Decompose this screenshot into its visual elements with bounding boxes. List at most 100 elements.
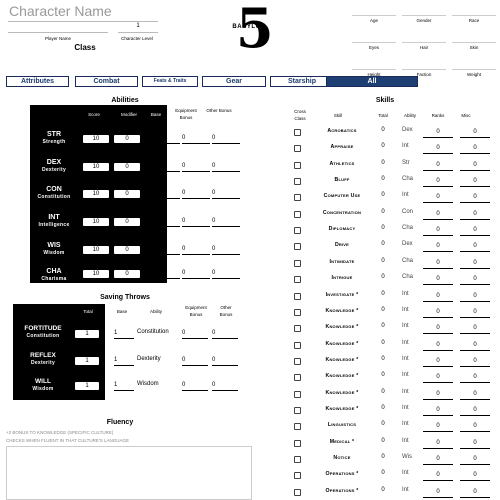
skill-misc-input[interactable]: 0	[460, 405, 490, 416]
skill-ranks-input[interactable]: 0	[423, 143, 453, 155]
skill-ranks-input[interactable]: 0	[423, 421, 453, 433]
ability-equipment[interactable]: 0	[182, 216, 210, 227]
skill-ranks-input[interactable]: 0	[423, 372, 453, 384]
ability-equipment[interactable]: 0	[182, 268, 210, 279]
cross-class-checkbox[interactable]	[294, 161, 301, 169]
gender-field[interactable]: Gender	[402, 6, 446, 23]
ability-equipment[interactable]: 0	[182, 161, 210, 172]
ability-equipment[interactable]: 0	[182, 188, 210, 199]
cross-class-checkbox[interactable]	[294, 178, 301, 186]
cross-class-checkbox[interactable]	[294, 357, 301, 365]
save-equipment[interactable]: 0	[182, 355, 208, 366]
skill-ranks-input[interactable]: 0	[423, 225, 453, 237]
skill-ranks-input[interactable]: 0	[423, 389, 453, 400]
tab-attributes[interactable]: Attributes	[6, 76, 69, 87]
ability-score-input[interactable]: 10	[82, 269, 110, 279]
cross-class-checkbox[interactable]	[294, 456, 301, 463]
ability-score-input[interactable]: 10	[82, 162, 110, 172]
skin-field[interactable]: Skin	[452, 33, 496, 50]
skill-misc-input[interactable]: 0	[460, 160, 490, 171]
tab-combat[interactable]: Combat	[75, 76, 138, 87]
cross-class-checkbox[interactable]	[294, 472, 301, 480]
ability-score-input[interactable]: 10	[82, 134, 110, 144]
skill-ranks-input[interactable]: 0	[423, 160, 453, 171]
skill-misc-input[interactable]: 0	[460, 209, 490, 220]
skill-misc-input[interactable]: 0	[460, 340, 490, 351]
ability-score-input[interactable]: 10	[82, 189, 110, 199]
skill-misc-input[interactable]: 0	[460, 225, 490, 237]
cross-class-checkbox[interactable]	[294, 374, 301, 382]
ability-base[interactable]: 10	[152, 161, 180, 172]
skill-misc-input[interactable]: 0	[460, 438, 490, 449]
skill-ranks-input[interactable]: 0	[423, 405, 453, 416]
save-base[interactable]: 1	[114, 355, 134, 366]
skill-misc-input[interactable]: 0	[460, 356, 490, 367]
ability-base[interactable]: 10	[152, 188, 180, 199]
cross-class-checkbox[interactable]	[294, 276, 301, 284]
cross-class-checkbox[interactable]	[294, 488, 301, 496]
ability-equipment[interactable]: 0	[182, 133, 210, 144]
race-field[interactable]: Race	[452, 6, 496, 23]
skill-ranks-input[interactable]: 0	[423, 209, 453, 220]
skill-misc-input[interactable]: 0	[460, 307, 490, 318]
skill-ranks-input[interactable]: 0	[423, 454, 453, 465]
skill-misc-input[interactable]: 0	[460, 323, 490, 335]
save-base[interactable]: 1	[114, 328, 134, 339]
ability-score-input[interactable]: 10	[82, 245, 110, 255]
skill-ranks-input[interactable]: 0	[423, 340, 453, 351]
cross-class-checkbox[interactable]	[294, 210, 301, 218]
ability-other[interactable]: 0	[212, 268, 240, 279]
cross-class-checkbox[interactable]	[294, 439, 301, 447]
skill-ranks-input[interactable]: 0	[423, 291, 453, 302]
skill-misc-input[interactable]: 0	[460, 487, 490, 498]
eyes-field[interactable]: Eyes	[352, 33, 396, 50]
skill-ranks-input[interactable]: 0	[423, 127, 453, 138]
skill-ranks-input[interactable]: 0	[423, 470, 453, 482]
skill-ranks-input[interactable]: 0	[423, 192, 453, 204]
skill-ranks-input[interactable]: 0	[423, 487, 453, 498]
skill-misc-input[interactable]: 0	[460, 421, 490, 433]
skill-misc-input[interactable]: 0	[460, 470, 490, 482]
skill-misc-input[interactable]: 0	[460, 176, 490, 188]
cross-class-checkbox[interactable]	[294, 308, 301, 316]
ability-other[interactable]: 0	[212, 188, 240, 199]
skill-misc-input[interactable]: 0	[460, 291, 490, 302]
cross-class-checkbox[interactable]	[294, 259, 301, 267]
skill-ranks-input[interactable]: 0	[423, 258, 453, 269]
skill-ranks-input[interactable]: 0	[423, 356, 453, 367]
tab-starship[interactable]: Starship	[270, 76, 334, 87]
ability-other[interactable]: 0	[212, 216, 240, 227]
ability-base[interactable]: 10	[152, 268, 180, 279]
age-field[interactable]: Age	[352, 6, 396, 23]
ability-other[interactable]: 0	[212, 133, 240, 144]
ability-base[interactable]: 10	[152, 216, 180, 227]
cross-class-checkbox[interactable]	[294, 325, 301, 333]
ability-score-input[interactable]: 10	[82, 217, 110, 227]
ability-other[interactable]: 0	[212, 161, 240, 172]
faction-field[interactable]: Faction	[402, 60, 446, 77]
skill-ranks-input[interactable]: 0	[423, 241, 453, 253]
weight-field[interactable]: Weight	[452, 60, 496, 77]
tab-feats-traits[interactable]: Feats & Traits	[142, 76, 198, 87]
save-other[interactable]: 0	[212, 328, 238, 339]
cross-class-checkbox[interactable]	[294, 390, 301, 398]
ability-equipment[interactable]: 0	[182, 244, 210, 255]
cross-class-checkbox[interactable]	[294, 129, 301, 136]
cross-class-checkbox[interactable]	[294, 423, 301, 431]
ability-base[interactable]: 10	[152, 133, 180, 144]
cross-class-checkbox[interactable]	[294, 227, 301, 235]
skill-misc-input[interactable]: 0	[460, 389, 490, 400]
skill-misc-input[interactable]: 0	[460, 274, 490, 286]
cross-class-checkbox[interactable]	[294, 292, 301, 300]
ability-base[interactable]: 10	[152, 244, 180, 255]
save-base[interactable]: 1	[114, 380, 134, 391]
skill-misc-input[interactable]: 0	[460, 454, 490, 465]
tab-all[interactable]: All	[326, 76, 418, 87]
skill-ranks-input[interactable]: 0	[423, 307, 453, 318]
skill-misc-input[interactable]: 0	[460, 127, 490, 138]
skill-misc-input[interactable]: 0	[460, 241, 490, 253]
save-equipment[interactable]: 0	[182, 380, 208, 391]
save-equipment[interactable]: 0	[182, 328, 208, 339]
skill-misc-input[interactable]: 0	[460, 192, 490, 204]
save-other[interactable]: 0	[212, 380, 238, 391]
